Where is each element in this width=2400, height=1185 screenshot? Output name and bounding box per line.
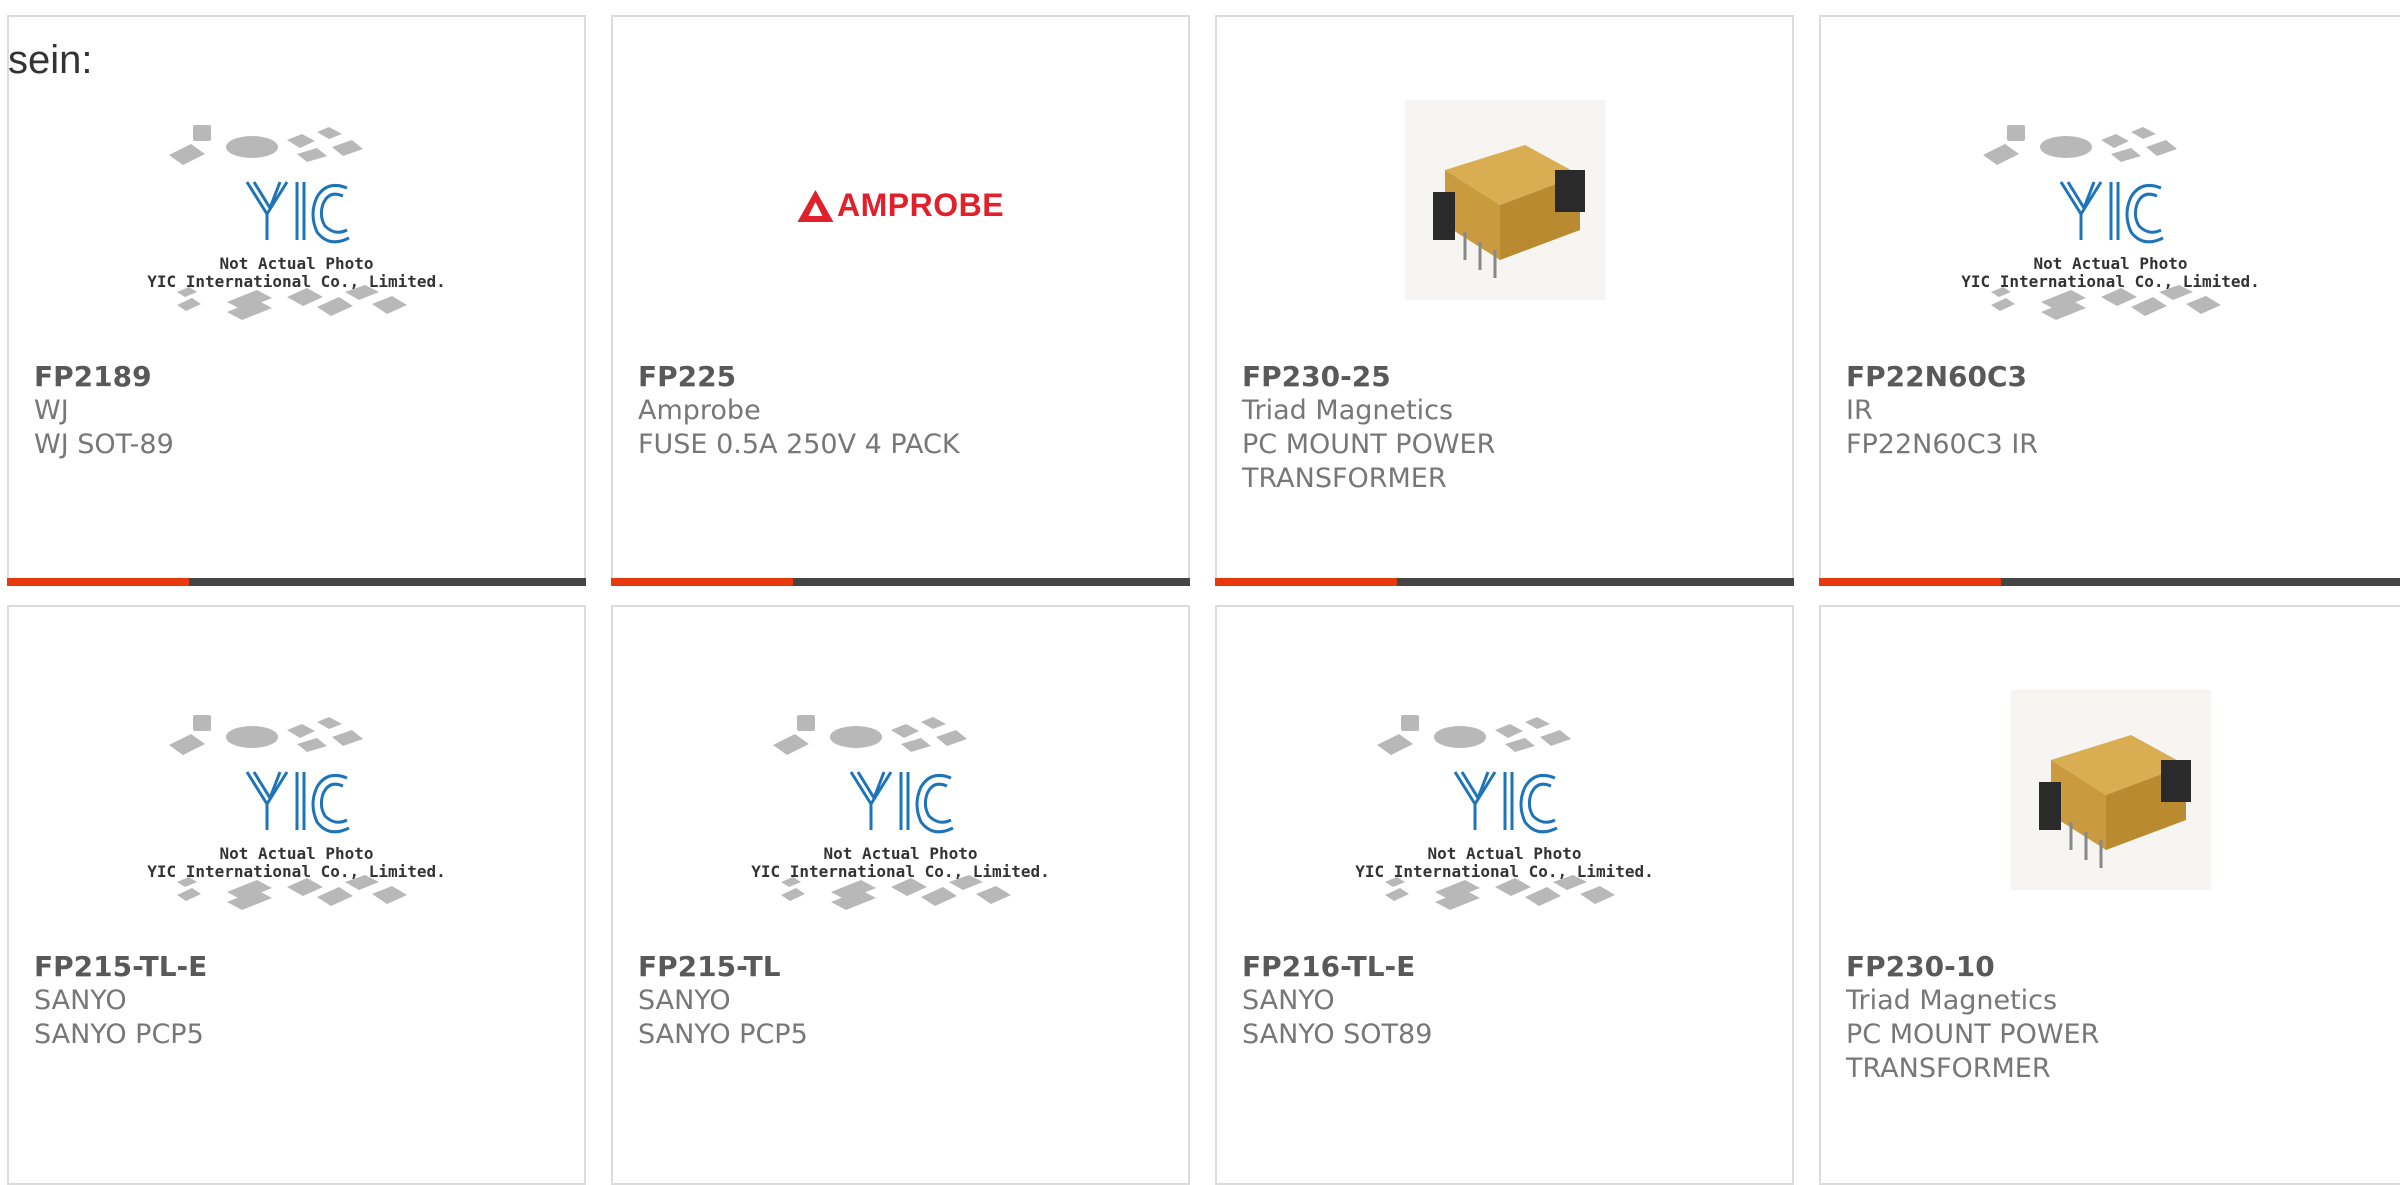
product-image-placeholder[interactable]: Not Actual Photo YIC International Co., …	[9, 682, 584, 952]
description: PC MOUNT POWER TRANSFORMER	[1846, 1019, 2100, 1084]
manufacturer: IR	[1846, 395, 1873, 426]
amprobe-logo-text: AMPROBE	[836, 187, 1005, 223]
caption-line2: YIC International Co., Limited.	[1961, 272, 2260, 291]
description: SANYO SOT89	[1242, 1019, 1433, 1050]
product-card[interactable]: Not Actual Photo YIC International Co., …	[7, 605, 586, 1185]
product-card[interactable]: Not Actual Photo YIC International Co., …	[611, 605, 1190, 1185]
chip-packages-icon	[168, 125, 407, 320]
description: SANYO PCP5	[34, 1019, 204, 1050]
product-info: FP215-TL-E SANYO SANYO PCP5	[34, 950, 554, 1052]
product-image-placeholder[interactable]: Not Actual Photo YIC International Co., …	[1821, 92, 2400, 362]
manufacturer: SANYO	[1242, 985, 1335, 1016]
product-card[interactable]: Not Actual Photo YIC International Co., …	[7, 15, 586, 586]
product-info: FP216-TL-E SANYO SANYO SOT89	[1242, 950, 1762, 1052]
caption-line1: Not Actual Photo	[219, 844, 374, 863]
card-bottom-bar	[1215, 578, 1794, 586]
part-number[interactable]: FP230-25	[1242, 360, 1762, 394]
transformer-photo-icon	[2010, 690, 2211, 890]
product-card[interactable]: AMPROBE FP225 Amprobe FUSE 0.5A 250V 4 P…	[611, 15, 1190, 586]
product-image-transformer[interactable]	[1821, 682, 2400, 952]
product-card[interactable]: FP230-10 Triad Magnetics PC MOUNT POWER …	[1819, 605, 2400, 1185]
caption-line1: Not Actual Photo	[2033, 254, 2188, 273]
card-bottom-bar	[611, 578, 1190, 586]
placeholder-caption: Not Actual Photo YIC International Co., …	[613, 845, 1188, 881]
prefix-text: sein:	[8, 38, 93, 82]
product-image-amprobe[interactable]: AMPROBE	[613, 92, 1188, 362]
card-accent-bar	[1819, 578, 2001, 586]
description: WJ SOT-89	[34, 429, 174, 460]
part-number[interactable]: FP216-TL-E	[1242, 950, 1762, 984]
product-info: FP215-TL SANYO SANYO PCP5	[638, 950, 1158, 1052]
product-card[interactable]: Not Actual Photo YIC International Co., …	[1215, 605, 1794, 1185]
description: SANYO PCP5	[638, 1019, 808, 1050]
card-bottom-bar	[1819, 578, 2400, 586]
product-card[interactable]: Not Actual Photo YIC International Co., …	[1819, 15, 2400, 586]
manufacturer: Triad Magnetics	[1846, 985, 2058, 1016]
part-number[interactable]: FP22N60C3	[1846, 360, 2366, 394]
product-info: FP230-10 Triad Magnetics PC MOUNT POWER …	[1846, 950, 2366, 1086]
description: PC MOUNT POWER TRANSFORMER	[1242, 429, 1496, 494]
product-image-transformer[interactable]	[1217, 92, 1792, 362]
product-image-placeholder[interactable]: Not Actual Photo YIC International Co., …	[1217, 682, 1792, 952]
placeholder-caption: Not Actual Photo YIC International Co., …	[9, 845, 584, 881]
caption-line2: YIC International Co., Limited.	[147, 272, 446, 291]
product-info: FP2189 WJ WJ SOT-89	[34, 360, 554, 462]
manufacturer: Amprobe	[638, 395, 761, 426]
card-accent-bar	[1215, 578, 1397, 586]
description: FUSE 0.5A 250V 4 PACK	[638, 429, 960, 460]
amprobe-triangle-icon	[796, 189, 833, 222]
product-image-placeholder[interactable]: Not Actual Photo YIC International Co., …	[613, 682, 1188, 952]
placeholder-caption: Not Actual Photo YIC International Co., …	[9, 255, 584, 291]
transformer-photo-icon	[1404, 100, 1605, 300]
chip-packages-icon	[772, 715, 1011, 910]
amprobe-logo: AMPROBE	[796, 187, 1005, 224]
placeholder-caption: Not Actual Photo YIC International Co., …	[1217, 845, 1792, 881]
caption-line1: Not Actual Photo	[1427, 844, 1582, 863]
manufacturer: SANYO	[638, 985, 731, 1016]
caption-line1: Not Actual Photo	[219, 254, 374, 273]
product-info: FP225 Amprobe FUSE 0.5A 250V 4 PACK	[638, 360, 1158, 462]
caption-line2: YIC International Co., Limited.	[147, 862, 446, 881]
caption-line2: YIC International Co., Limited.	[1355, 862, 1654, 881]
chip-packages-icon	[1376, 715, 1615, 910]
description: FP22N60C3 IR	[1846, 429, 2039, 460]
product-grid: Not Actual Photo YIC International Co., …	[0, 0, 2400, 1185]
manufacturer: WJ	[34, 395, 69, 426]
part-number[interactable]: FP225	[638, 360, 1158, 394]
chip-packages-icon	[168, 715, 407, 910]
part-number[interactable]: FP230-10	[1846, 950, 2366, 984]
chip-packages-icon	[1982, 125, 2221, 320]
caption-line1: Not Actual Photo	[823, 844, 978, 863]
part-number[interactable]: FP2189	[34, 360, 554, 394]
card-bottom-bar	[7, 578, 586, 586]
card-accent-bar	[611, 578, 793, 586]
product-card[interactable]: FP230-25 Triad Magnetics PC MOUNT POWER …	[1215, 15, 1794, 586]
product-image-placeholder[interactable]: Not Actual Photo YIC International Co., …	[9, 92, 584, 362]
part-number[interactable]: FP215-TL	[638, 950, 1158, 984]
caption-line2: YIC International Co., Limited.	[751, 862, 1050, 881]
product-info: FP22N60C3 IR FP22N60C3 IR	[1846, 360, 2366, 462]
manufacturer: Triad Magnetics	[1242, 395, 1454, 426]
manufacturer: SANYO	[34, 985, 127, 1016]
part-number[interactable]: FP215-TL-E	[34, 950, 554, 984]
product-info: FP230-25 Triad Magnetics PC MOUNT POWER …	[1242, 360, 1762, 496]
placeholder-caption: Not Actual Photo YIC International Co., …	[1821, 255, 2400, 291]
card-accent-bar	[7, 578, 189, 586]
